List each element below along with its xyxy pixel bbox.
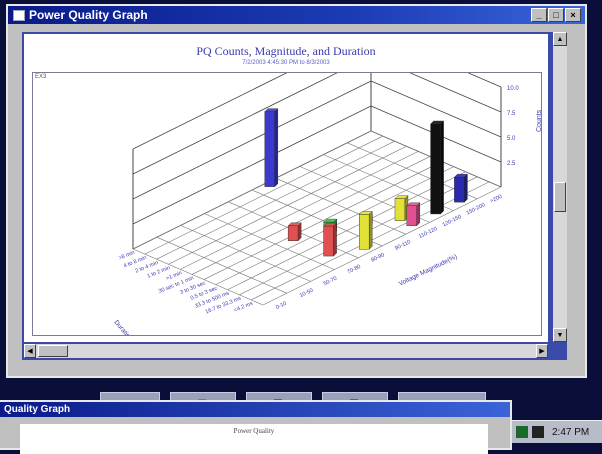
background-chart-frame: Power Quality (20, 424, 488, 454)
maximize-button[interactable]: □ (548, 8, 564, 22)
app-icon (13, 9, 25, 21)
x-tick-label: 0-10 (275, 301, 288, 311)
chart-title: PQ Counts, Magnitude, and Duration (196, 44, 376, 58)
back-wall-gridline (132, 73, 288, 150)
vertical-scrollbar[interactable]: ▲ ▼ (553, 32, 567, 342)
bar-front (264, 111, 276, 187)
title-bar[interactable]: Power Quality Graph _ □ × (8, 6, 585, 24)
chart-frame: PQ Counts, Magnitude, and Duration 7/2/2… (24, 34, 548, 342)
x-tick-label: 120-150 (442, 214, 463, 228)
chart-subtitle: 7/2/2003 4:45:30 PM to 8/3/2003 (242, 60, 330, 66)
x-tick-label: 80-90 (370, 252, 385, 264)
bar-front (394, 198, 406, 221)
bar-front (323, 225, 334, 257)
z-tick-label: 2.5 (507, 161, 516, 167)
close-button[interactable]: × (565, 8, 581, 22)
z-axis-label: Counts (536, 109, 541, 132)
x-tick-label: 110-120 (418, 226, 438, 240)
minimize-button[interactable]: _ (531, 8, 547, 22)
x-tick-label: >200 (489, 194, 503, 205)
floor-gridline (191, 156, 431, 275)
scroll-up-button[interactable]: ▲ (553, 32, 567, 46)
z-tick-label: 7.5 (507, 111, 516, 117)
monitor-icon[interactable] (532, 426, 544, 438)
bar-front (358, 214, 370, 250)
x-tick-label: 150-200 (466, 202, 487, 216)
bar-front (430, 123, 441, 215)
bar-side (416, 202, 420, 227)
x-tick-label: 70-80 (347, 264, 362, 276)
bar-front (287, 225, 299, 241)
back-wall-gridline (132, 105, 372, 225)
scroll-left-button[interactable]: ◀ (24, 344, 36, 358)
side-wall-gridline (467, 73, 502, 88)
x-tick-label: 10-50 (299, 288, 314, 300)
horizontal-scrollbar[interactable]: ◀ ▶ (24, 344, 548, 358)
bar-side (464, 173, 468, 203)
floor-gridline (144, 135, 383, 255)
3d-bar-chart: 10.0 7.5 5.0 2.5 Counts 0-10 10-50 50-70 70-80 80… (112, 73, 541, 335)
bar-side (368, 210, 373, 250)
background-chart-title: Power Quality (233, 427, 275, 435)
tray-clock[interactable]: 2:47 PM (552, 427, 589, 438)
horizontal-scroll-thumb[interactable] (38, 345, 68, 357)
plot-area: EX3 10.0 7.5 5.0 2.5 Counts 0-10 10-50 50-70 70-… (32, 72, 542, 336)
floor-gridline (203, 161, 443, 280)
network-icon[interactable] (516, 426, 528, 438)
window-title: Power Quality Graph (29, 8, 148, 22)
scroll-right-button[interactable]: ▶ (536, 344, 548, 358)
bar-side (440, 120, 444, 215)
vertical-scroll-thumb[interactable] (554, 182, 566, 212)
bar-side (333, 222, 337, 257)
background-window-title: Quality Graph (4, 404, 71, 415)
z-tick-label: 5.0 (507, 136, 516, 142)
system-tray: 2:47 PM (512, 420, 602, 443)
x-axis-label: Voltage Magnitude(%) (398, 253, 459, 287)
graph-client-area: PQ Counts, Magnitude, and Duration 7/2/2… (22, 32, 567, 360)
floor-gridline (262, 186, 502, 306)
x-tick-label: 50-70 (323, 276, 338, 288)
scroll-down-button[interactable]: ▼ (553, 328, 567, 342)
y-axis-label: Duration (112, 319, 133, 335)
z-tick-label: 10.0 (507, 86, 519, 92)
background-window-title-bar[interactable]: Quality Graph (0, 402, 510, 417)
bar-front (454, 176, 465, 203)
bar-side (274, 108, 279, 188)
bar-front (406, 205, 417, 226)
power-quality-window: Power Quality Graph _ □ × PQ Counts, Mag… (6, 4, 587, 378)
floor-gridline (204, 213, 335, 270)
x-tick-label: 90-110 (394, 239, 412, 252)
